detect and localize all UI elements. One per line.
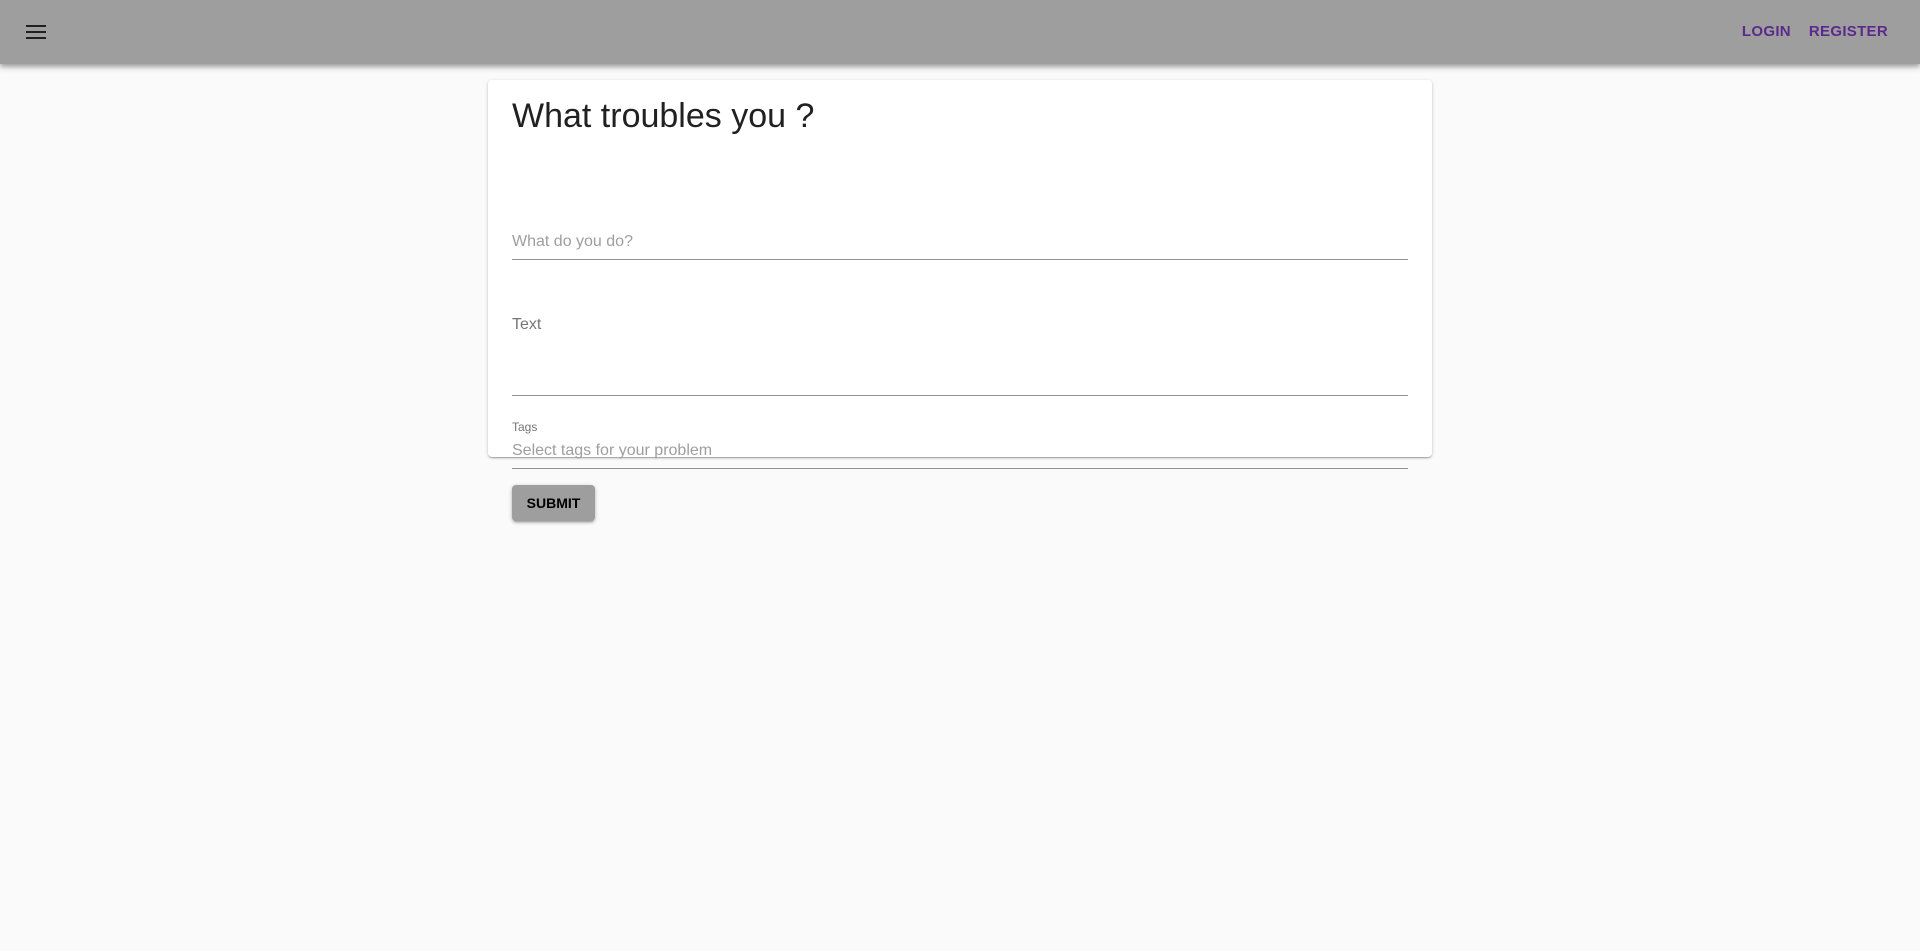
text-input[interactable] xyxy=(512,342,1408,390)
tags-field: Tags xyxy=(512,420,1408,469)
register-button[interactable]: REGISTER xyxy=(1801,14,1896,50)
app-bar: LOGIN REGISTER xyxy=(0,0,1920,64)
tags-field-underline xyxy=(512,468,1408,469)
auth-nav: LOGIN REGISTER xyxy=(1734,14,1896,50)
login-button[interactable]: LOGIN xyxy=(1734,14,1799,50)
tags-input[interactable] xyxy=(512,441,1408,461)
tags-field-label: Tags xyxy=(512,420,538,434)
menu-icon xyxy=(26,25,46,39)
page-title: What troubles you ? xyxy=(512,97,815,135)
role-field xyxy=(512,226,1408,260)
text-field-label: Text xyxy=(512,316,542,333)
submit-button[interactable]: SUBMIT xyxy=(512,485,595,521)
text-field-underline xyxy=(512,395,1408,396)
role-field-underline xyxy=(512,259,1408,260)
role-input[interactable] xyxy=(512,232,1408,252)
text-field: Text xyxy=(512,302,1408,396)
menu-button[interactable] xyxy=(12,8,60,56)
problem-form-card: What troubles you ? Text Tags SUBMIT xyxy=(488,80,1432,521)
